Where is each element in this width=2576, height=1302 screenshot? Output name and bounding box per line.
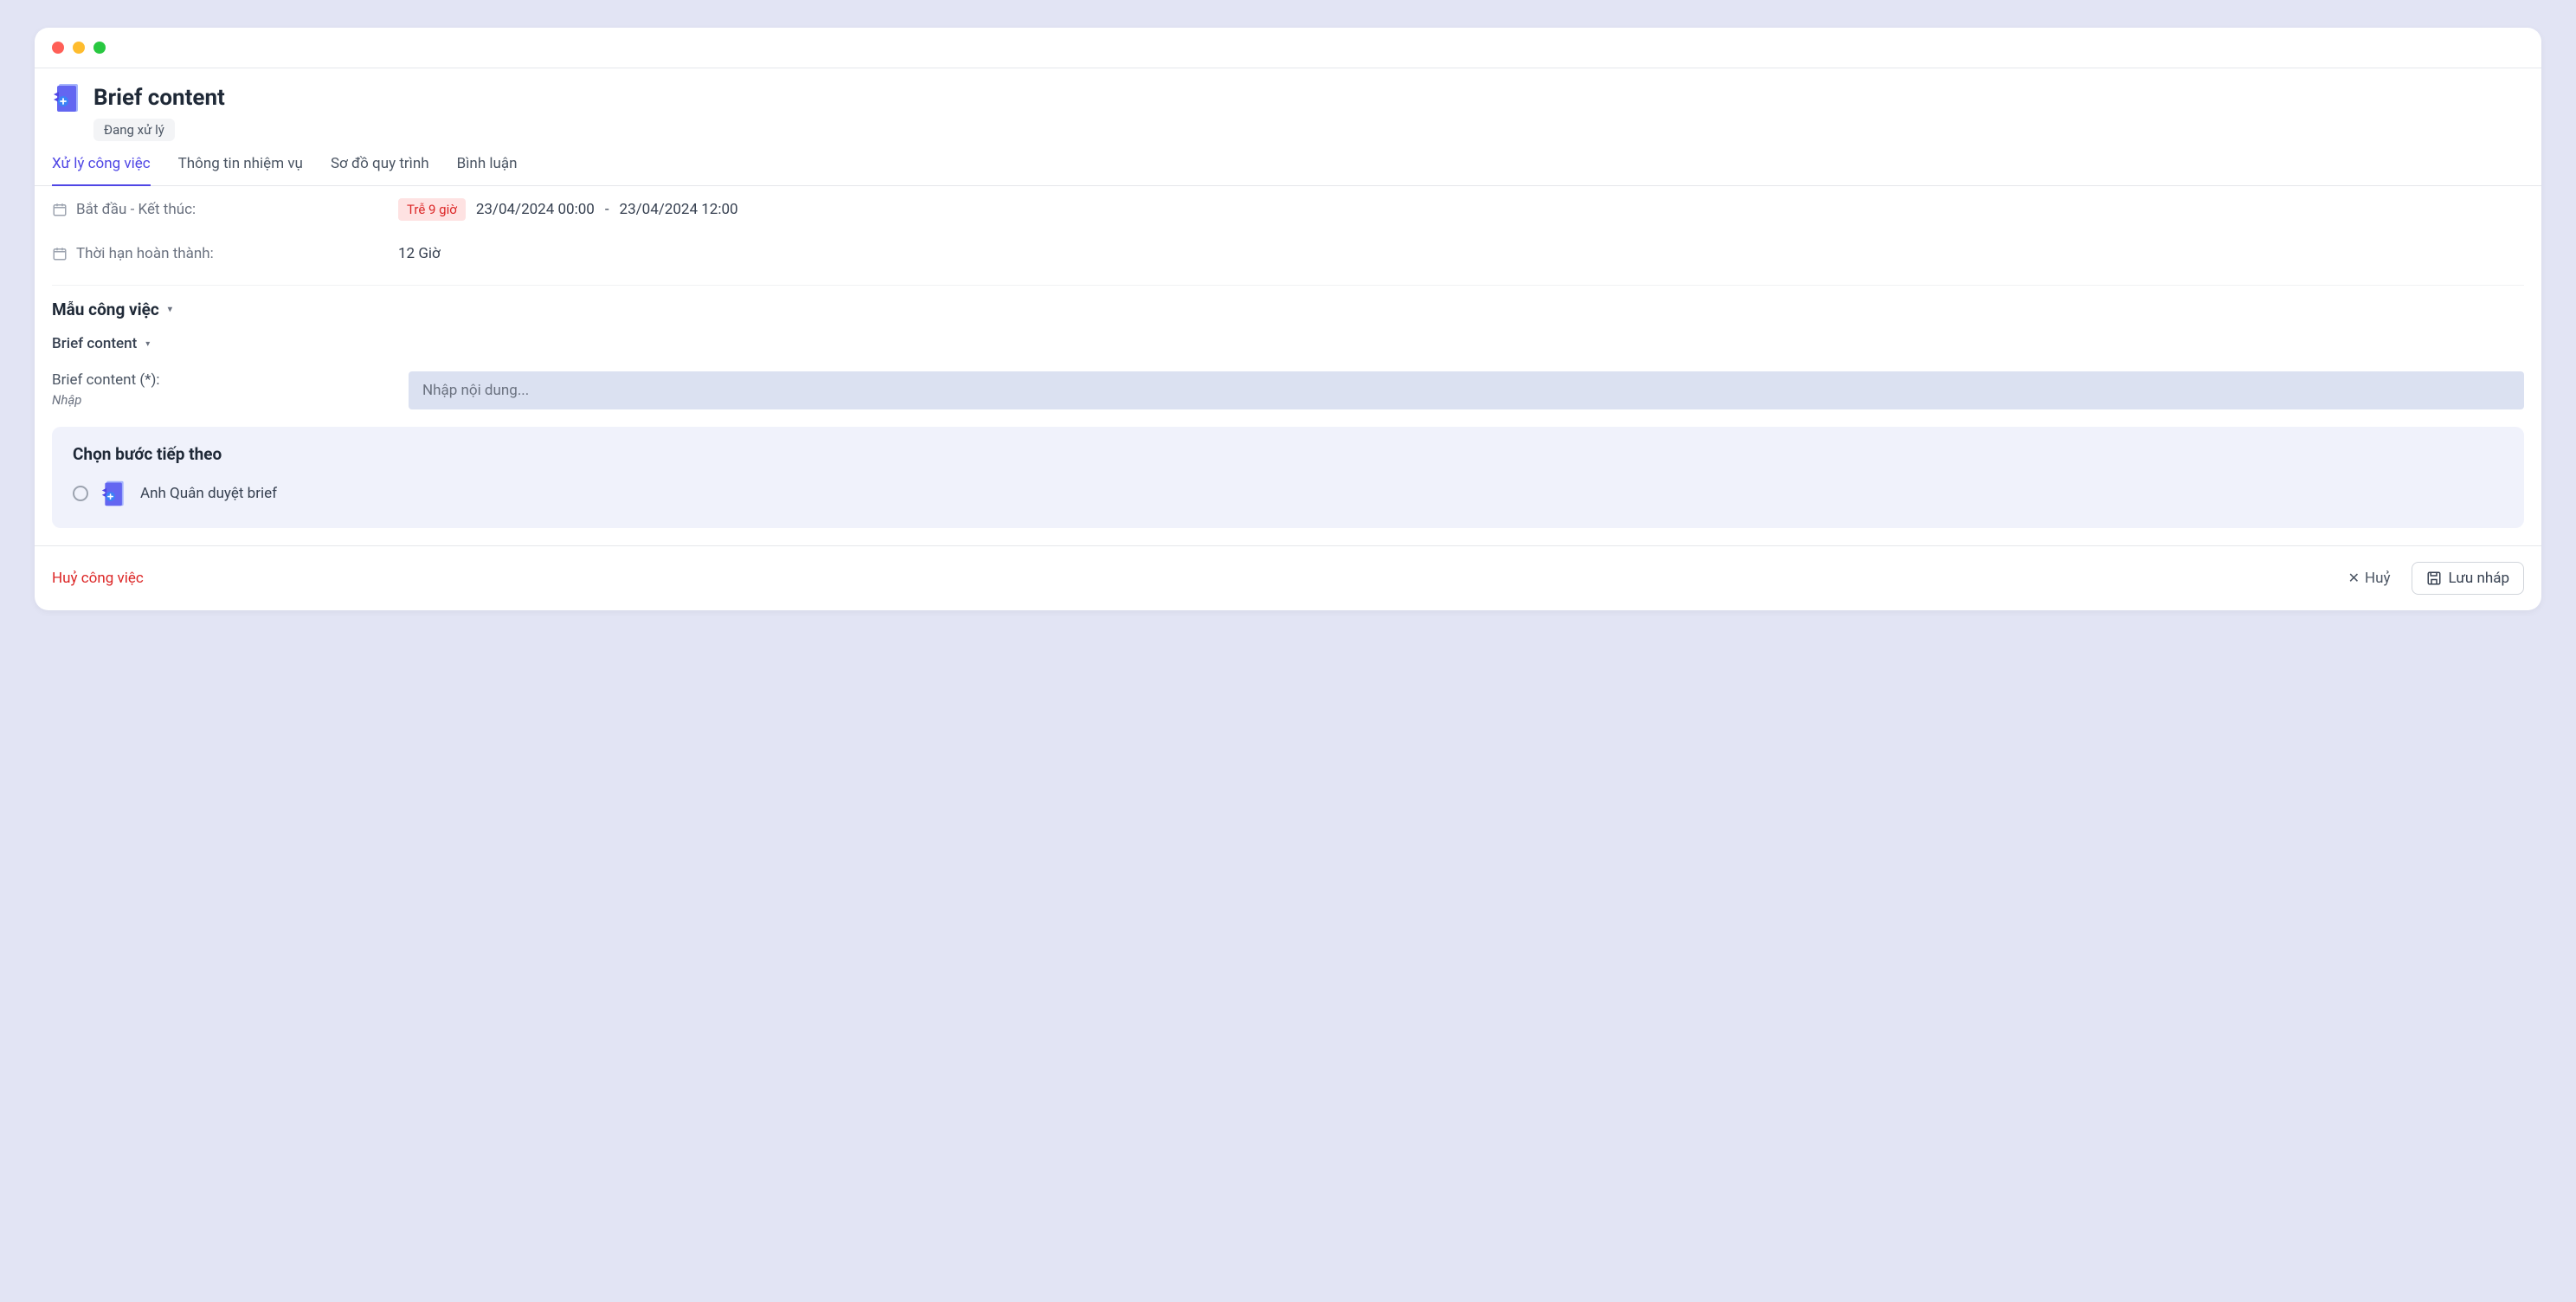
start-date: 23/04/2024 00:00 bbox=[476, 201, 595, 218]
save-draft-button[interactable]: Lưu nháp bbox=[2412, 562, 2524, 595]
brief-content-label: Brief content (*): bbox=[52, 371, 398, 389]
deadline-label: Thời hạn hoàn thành: bbox=[76, 245, 214, 262]
task-dialog: Brief content Đang xử lý Xử lý công việc… bbox=[35, 28, 2541, 610]
start-end-row: Bắt đầu - Kết thúc: Trễ 9 giờ 23/04/2024… bbox=[52, 186, 2524, 233]
cancel-button[interactable]: ✕ Huỷ bbox=[2336, 563, 2403, 594]
template-section-header[interactable]: Mẫu công việc ▾ bbox=[52, 286, 2524, 326]
deadline-value: 12 Giờ bbox=[398, 245, 441, 262]
save-icon bbox=[2426, 570, 2442, 586]
minimize-window-icon[interactable] bbox=[73, 42, 85, 54]
titlebar bbox=[35, 28, 2541, 68]
next-step-option-label: Anh Quân duyệt brief bbox=[140, 485, 277, 502]
brief-content-field-row: Brief content (*): Nhập bbox=[52, 361, 2524, 427]
document-add-icon bbox=[100, 480, 128, 507]
next-step-panel: Chọn bước tiếp theo Anh Quân duyệt brief bbox=[52, 427, 2524, 528]
document-add-icon bbox=[52, 82, 83, 113]
late-badge: Trễ 9 giờ bbox=[398, 198, 466, 221]
tab-task-info[interactable]: Thông tin nhiệm vụ bbox=[178, 155, 303, 186]
next-step-option[interactable]: Anh Quân duyệt brief bbox=[73, 480, 2503, 507]
tabs: Xử lý công việc Thông tin nhiệm vụ Sơ đồ… bbox=[35, 141, 2541, 186]
dialog-header: Brief content Đang xử lý bbox=[35, 68, 2541, 141]
brief-content-hint: Nhập bbox=[52, 392, 398, 408]
template-sub-label: Brief content bbox=[52, 335, 137, 352]
calendar-icon bbox=[52, 246, 68, 261]
template-section-label: Mẫu công việc bbox=[52, 300, 159, 319]
next-step-title: Chọn bước tiếp theo bbox=[73, 444, 2503, 464]
tab-process[interactable]: Xử lý công việc bbox=[52, 155, 151, 186]
dialog-footer: Huỷ công việc ✕ Huỷ Lưu nháp bbox=[35, 545, 2541, 610]
deadline-row: Thời hạn hoàn thành: 12 Giờ bbox=[52, 233, 2524, 274]
brief-content-input[interactable] bbox=[409, 371, 2524, 409]
page-title: Brief content bbox=[93, 85, 225, 111]
caret-down-icon: ▾ bbox=[145, 339, 150, 349]
caret-down-icon: ▾ bbox=[168, 305, 172, 314]
start-end-label: Bắt đầu - Kết thúc: bbox=[76, 201, 196, 218]
maximize-window-icon[interactable] bbox=[93, 42, 106, 54]
end-date: 23/04/2024 12:00 bbox=[620, 201, 738, 218]
cancel-button-label: Huỷ bbox=[2365, 570, 2391, 587]
close-icon: ✕ bbox=[2348, 571, 2360, 585]
tab-comments[interactable]: Bình luận bbox=[457, 155, 518, 186]
tab-workflow-diagram[interactable]: Sơ đồ quy trình bbox=[331, 155, 429, 186]
template-sub-header[interactable]: Brief content ▾ bbox=[52, 326, 2524, 361]
save-draft-button-label: Lưu nháp bbox=[2449, 570, 2509, 587]
status-badge: Đang xử lý bbox=[93, 119, 175, 141]
cancel-job-link[interactable]: Huỷ công việc bbox=[52, 570, 144, 587]
calendar-icon bbox=[52, 202, 68, 217]
close-window-icon[interactable] bbox=[52, 42, 64, 54]
radio-icon[interactable] bbox=[73, 486, 88, 501]
date-dash: - bbox=[605, 201, 609, 218]
